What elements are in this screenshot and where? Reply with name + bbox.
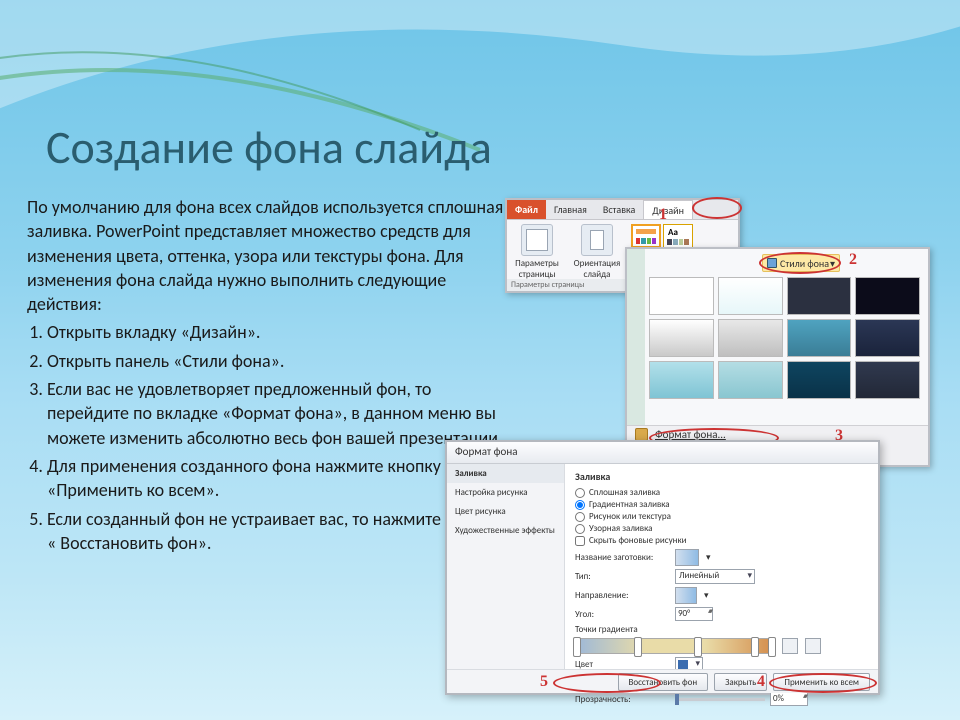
callout-number-5: 5 bbox=[540, 673, 548, 691]
body-text: По умолчанию для фона всех слайдов испол… bbox=[27, 195, 507, 559]
radio-picture[interactable]: Рисунок или текстура bbox=[575, 511, 868, 522]
page-icon bbox=[521, 224, 553, 256]
style-swatch[interactable] bbox=[855, 277, 920, 315]
direction-dropdown[interactable] bbox=[675, 587, 697, 604]
hide-graphics-checkbox[interactable]: Скрыть фоновые рисунки bbox=[575, 535, 868, 546]
style-swatch[interactable] bbox=[855, 361, 920, 399]
angle-spinner[interactable]: 90° bbox=[675, 607, 713, 621]
radio-solid[interactable]: Сплошная заливка bbox=[575, 487, 868, 498]
orientation-icon bbox=[581, 224, 613, 256]
style-swatch[interactable] bbox=[718, 277, 783, 315]
slide-title: Создание фона слайда bbox=[46, 120, 492, 176]
style-swatch[interactable] bbox=[649, 277, 714, 315]
transparency-spinner[interactable]: 0% bbox=[770, 692, 808, 706]
step-item: Если вас не удовлетворяет предложенный ф… bbox=[47, 377, 507, 450]
remove-stop-button[interactable] bbox=[805, 638, 821, 654]
dialog-content: Заливка Сплошная заливка Градиентная зал… bbox=[565, 464, 878, 674]
nav-picture-color[interactable]: Цвет рисунка bbox=[447, 502, 564, 521]
apply-all-button[interactable]: Применить ко всем bbox=[773, 673, 870, 691]
nav-artistic-effects[interactable]: Художественные эффекты bbox=[447, 521, 564, 540]
orientation-button[interactable]: Ориентация слайда bbox=[571, 224, 623, 280]
style-swatch[interactable] bbox=[787, 361, 852, 399]
themes-gallery[interactable]: Aa bbox=[631, 224, 693, 248]
callout-number-2: 2 bbox=[849, 251, 857, 269]
tab-insert[interactable]: Вставка bbox=[595, 200, 643, 219]
reset-background-button[interactable]: Восстановить фон bbox=[618, 673, 709, 691]
background-styles-button[interactable]: Стили фона ▾ bbox=[762, 254, 840, 272]
dialog-title: Формат фона bbox=[447, 442, 878, 464]
nav-fill[interactable]: Заливка bbox=[447, 464, 564, 483]
add-stop-button[interactable] bbox=[782, 638, 798, 654]
section-header: Заливка bbox=[575, 470, 868, 483]
callout-number-1: 1 bbox=[659, 206, 667, 224]
format-background-dialog: Формат фона Заливка Настройка рисунка Цв… bbox=[445, 440, 880, 695]
nav-picture-corrections[interactable]: Настройка рисунка bbox=[447, 483, 564, 502]
step-item: Открыть вкладку «Дизайн». bbox=[47, 320, 507, 344]
style-swatch[interactable] bbox=[718, 319, 783, 357]
style-swatch[interactable] bbox=[787, 319, 852, 357]
style-swatches bbox=[649, 277, 920, 399]
tab-file[interactable]: Файл bbox=[507, 200, 546, 219]
step-item: Открыть панель «Стили фона». bbox=[47, 349, 507, 373]
background-styles-screenshot: Стили фона ▾ 2 Формат фона... Восстанови… bbox=[625, 247, 930, 467]
preset-dropdown[interactable] bbox=[675, 549, 699, 566]
step-item: Если созданный фон не устраивает вас, то… bbox=[47, 507, 507, 556]
style-swatch[interactable] bbox=[718, 361, 783, 399]
steps-list: Открыть вкладку «Дизайн». Открыть панель… bbox=[47, 320, 507, 555]
chevron-down-icon: ▾ bbox=[830, 257, 835, 270]
style-swatch[interactable] bbox=[649, 361, 714, 399]
style-swatch[interactable] bbox=[855, 319, 920, 357]
dialog-nav: Заливка Настройка рисунка Цвет рисунка Х… bbox=[447, 464, 565, 674]
ribbon-tabs: Файл Главная Вставка Дизайн bbox=[507, 200, 738, 220]
style-swatch[interactable] bbox=[787, 277, 852, 315]
radio-gradient[interactable]: Градиентная заливка bbox=[575, 499, 868, 510]
styles-icon bbox=[767, 258, 777, 268]
tab-design[interactable]: Дизайн bbox=[643, 200, 693, 219]
page-setup-button[interactable]: Параметры страницы bbox=[511, 224, 563, 280]
radio-pattern[interactable]: Узорная заливка bbox=[575, 523, 868, 534]
type-dropdown[interactable]: Линейный bbox=[675, 569, 755, 584]
step-item: Для применения созданного фона нажмите к… bbox=[47, 454, 507, 503]
style-swatch[interactable] bbox=[649, 319, 714, 357]
tab-home[interactable]: Главная bbox=[546, 200, 595, 219]
intro-paragraph: По умолчанию для фона всех слайдов испол… bbox=[27, 195, 507, 316]
gradient-bar[interactable] bbox=[575, 638, 775, 654]
callout-number-4: 4 bbox=[757, 673, 765, 691]
